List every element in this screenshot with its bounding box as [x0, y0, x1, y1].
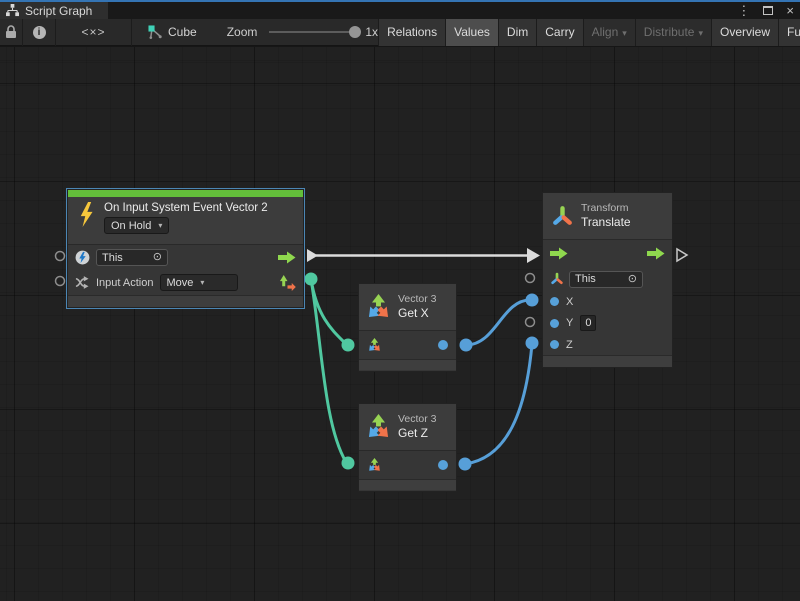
value-output-port[interactable] [438, 340, 448, 350]
input-action-icon [75, 275, 90, 290]
translate-control-row [543, 240, 672, 267]
info-icon: i [33, 26, 46, 39]
toolbar-toggle-group: Relations Values Dim Carry Align▾ Distri… [378, 19, 800, 46]
chevron-down-icon: ▾ [158, 221, 162, 230]
hierarchy-icon [6, 4, 19, 17]
carry-button[interactable]: Carry [536, 19, 582, 46]
node-translate[interactable]: Transform Translate This ⊙ X Y 0 Z [542, 192, 673, 368]
overview-button[interactable]: Overview [711, 19, 778, 46]
dim-button[interactable]: Dim [498, 19, 536, 46]
x-port-label: X [566, 296, 573, 308]
node-footer [359, 359, 456, 370]
script-graph-window: Script Graph ⋮ × i <×> Cube Zoom [0, 0, 800, 601]
node-footer [359, 479, 456, 490]
y-input-port[interactable] [550, 319, 559, 328]
y-value-input[interactable]: 0 [580, 315, 596, 331]
relations-button[interactable]: Relations [378, 19, 445, 46]
script-graph-asset-icon [148, 25, 163, 40]
node-title: Get X [398, 306, 437, 321]
vector3-input-icon[interactable] [367, 338, 382, 353]
translate-y-row: Y 0 [543, 312, 672, 334]
tab-bar: Script Graph ⋮ × [0, 0, 800, 19]
maximize-icon[interactable] [763, 6, 773, 15]
chevron-down-icon: ▾ [622, 28, 627, 38]
node-title: Get Z [398, 426, 437, 441]
z-port-label: Z [566, 339, 573, 351]
node-footer [543, 355, 672, 367]
event-node-title: On Input System Event Vector 2 [104, 202, 268, 214]
vector3-icon [365, 414, 392, 441]
x-input-port[interactable] [550, 297, 559, 306]
control-output-arrow-icon[interactable] [647, 247, 665, 260]
zoom-control: Zoom 1x [227, 25, 378, 39]
vector3-input-icon[interactable] [367, 458, 382, 473]
zoom-label: Zoom [227, 25, 258, 39]
node-get-z[interactable]: Vector 3 Get Z [358, 403, 457, 492]
node-get-x[interactable]: Vector 3 Get X [358, 283, 457, 372]
get-x-header: Vector 3 Get X [359, 284, 456, 331]
values-button[interactable]: Values [445, 19, 498, 46]
control-output-arrow-icon[interactable] [278, 251, 296, 264]
distribute-dropdown-button: Distribute▾ [635, 19, 711, 46]
translate-z-row: Z [543, 334, 672, 355]
graph-name: Cube [168, 25, 197, 39]
object-picker-icon[interactable]: ⊙ [628, 274, 637, 285]
vector2-output-icon[interactable] [279, 274, 296, 291]
event-node-header: On Input System Event Vector 2 On Hold ▾ [68, 197, 303, 245]
node-title: Translate [581, 215, 631, 230]
get-z-header: Vector 3 Get Z [359, 404, 456, 451]
transform-mini-icon [550, 272, 564, 286]
node-footer [68, 295, 303, 307]
event-action-row: Input Action Move ▾ [68, 270, 303, 295]
value-output-port[interactable] [438, 460, 448, 470]
chevron-down-icon: ▾ [698, 28, 703, 38]
full-screen-button[interactable]: Full Screen [778, 19, 800, 46]
align-dropdown-button: Align▾ [583, 19, 635, 46]
close-icon[interactable]: × [786, 2, 794, 19]
control-input-arrow-icon[interactable] [550, 247, 568, 260]
chevron-down-icon: ▾ [200, 278, 204, 287]
transform-icon [551, 205, 574, 228]
lightning-bolt-icon [78, 202, 95, 227]
tab-title: Script Graph [25, 4, 92, 18]
translate-x-row: X [543, 291, 672, 312]
graph-breadcrumb[interactable]: Cube [148, 25, 197, 40]
code-icon: <×> [81, 25, 105, 39]
lock-icon [5, 25, 17, 39]
window-menu-icon[interactable]: ⋮ [737, 2, 750, 19]
coroutine-mode-dropdown[interactable]: On Hold ▾ [104, 217, 169, 234]
y-port-label: Y [566, 317, 573, 329]
focused-window-indicator [0, 0, 800, 2]
node-category: Vector 3 [398, 293, 437, 306]
input-action-label: Input Action [96, 277, 154, 289]
get-x-port-row [359, 331, 456, 359]
z-input-port[interactable] [550, 340, 559, 349]
node-category: Vector 3 [398, 413, 437, 426]
translate-header: Transform Translate [543, 193, 672, 240]
input-action-dropdown[interactable]: Move ▾ [160, 274, 238, 291]
zoom-value: 1x [365, 25, 378, 39]
translate-target-row: This ⊙ [543, 267, 672, 291]
edit-script-button[interactable]: <×> [56, 19, 131, 46]
zoom-slider-handle[interactable] [349, 26, 361, 38]
toolbar-separator [131, 19, 132, 46]
lock-button[interactable] [0, 19, 22, 46]
object-picker-icon[interactable]: ⊙ [153, 252, 162, 263]
translate-target-field[interactable]: This ⊙ [569, 271, 643, 288]
event-accent-strip [68, 190, 303, 197]
tab-script-graph[interactable]: Script Graph [0, 2, 108, 19]
event-target-row: This ⊙ [68, 245, 303, 270]
node-on-input-system-event[interactable]: On Input System Event Vector 2 On Hold ▾… [67, 189, 304, 308]
vector3-icon [365, 294, 392, 321]
get-z-port-row [359, 451, 456, 479]
gameobject-bolt-icon [75, 250, 90, 265]
inspect-button[interactable]: i [23, 19, 55, 46]
graph-toolbar: i <×> Cube Zoom 1x Relations Values Dim … [0, 19, 800, 46]
node-category: Transform [581, 202, 631, 215]
event-target-field[interactable]: This ⊙ [96, 249, 168, 266]
zoom-slider[interactable] [269, 31, 357, 33]
